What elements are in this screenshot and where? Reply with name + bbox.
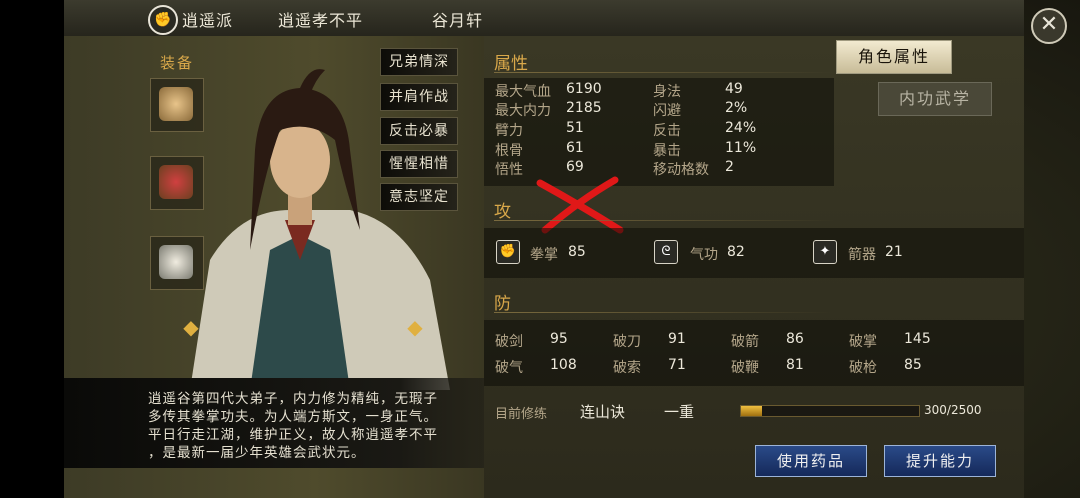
defense-value: 81 — [786, 357, 804, 373]
description-line: ，是最新一届少年英雄会武状元。 — [148, 445, 366, 461]
game-screen: ✊ 逍遥派 逍遥孝不平 谷月轩 ✕ 装备 ◆ ◆ 兄弟情深 并肩作战 反击必暴 … — [0, 0, 1080, 498]
attack-label: 气功 — [690, 247, 718, 263]
defense-label: 破箭 — [731, 334, 759, 350]
attr-value: 51 — [566, 120, 584, 136]
attr-value: 61 — [566, 140, 584, 156]
attr-value: 2 — [725, 159, 734, 175]
trait-tag[interactable]: 惺惺相惜 — [380, 150, 458, 178]
screen-edge-right — [1024, 0, 1080, 498]
attr-value: 2185 — [566, 100, 602, 116]
cultivation-label: 目前修练 — [495, 407, 548, 422]
attr-value: 11% — [725, 140, 757, 156]
defense-label: 破鞭 — [731, 360, 759, 376]
description-line: 平日行走江湖，维护正义，故人称逍遥孝不平 — [148, 427, 438, 443]
defense-value: 85 — [904, 357, 922, 373]
trait-tag[interactable]: 反击必暴 — [380, 117, 458, 145]
attack-value: 21 — [885, 244, 903, 260]
equipment-slot-gloves[interactable] — [150, 78, 204, 132]
divider — [494, 220, 834, 221]
attr-label: 悟性 — [495, 162, 523, 178]
next-character-arrow-icon[interactable]: ◆ — [404, 316, 426, 338]
trait-tag[interactable]: 意志坚定 — [380, 183, 458, 211]
divider — [494, 72, 834, 73]
defense-value: 145 — [904, 331, 931, 347]
attr-label: 臂力 — [495, 123, 523, 139]
tab-character-attributes[interactable]: 角色属性 — [836, 40, 952, 74]
prev-character-arrow-icon[interactable]: ◆ — [180, 316, 202, 338]
defense-value: 71 — [668, 357, 686, 373]
attack-label: 箭器 — [848, 247, 876, 263]
equipment-label: 装备 — [160, 54, 195, 72]
cultivation-progress-bar — [740, 405, 920, 417]
defense-label: 破气 — [495, 360, 523, 376]
tab-internal-martial-arts[interactable]: 内功武学 — [878, 82, 992, 116]
progress-fill — [741, 406, 763, 416]
equipment-slot-accessory[interactable] — [150, 236, 204, 290]
defense-title: 防 — [494, 294, 511, 314]
attr-value: 49 — [725, 81, 743, 97]
defense-value: 91 — [668, 331, 686, 347]
attr-value: 24% — [725, 120, 757, 136]
attr-label: 闪避 — [653, 103, 681, 119]
fist-emblem-icon: ✊ — [148, 5, 178, 35]
divider — [494, 312, 834, 313]
attributes-title: 属性 — [494, 54, 528, 74]
attr-label: 身法 — [653, 84, 681, 100]
attr-label: 暴击 — [653, 143, 681, 159]
attr-label: 最大气血 — [495, 84, 551, 100]
defense-label: 破索 — [613, 360, 641, 376]
character-name: 逍遥孝不平 — [278, 11, 364, 30]
armor-icon — [159, 165, 193, 199]
defense-value: 108 — [550, 357, 577, 373]
defense-label: 破掌 — [849, 334, 877, 350]
attr-value: 2% — [725, 100, 748, 116]
cultivation-skill: 连山诀 — [580, 403, 626, 421]
accessory-icon — [159, 245, 193, 279]
attack-value: 82 — [727, 244, 745, 260]
attr-value: 6190 — [566, 81, 602, 97]
cultivation-level: 一重 — [664, 403, 695, 421]
equipment-slot-armor[interactable] — [150, 156, 204, 210]
description-line: 多传其拳掌功夫。为人端方斯文，一身正气。 — [148, 409, 438, 425]
location-name: 谷月轩 — [432, 11, 484, 30]
attr-label: 反击 — [653, 123, 681, 139]
dart-icon: ✦ — [813, 240, 837, 264]
upgrade-ability-button[interactable]: 提升能力 — [884, 445, 996, 477]
attack-title: 攻 — [494, 202, 511, 222]
attr-label: 根骨 — [495, 143, 523, 159]
attr-label: 最大内力 — [495, 103, 551, 119]
description-line: 逍遥谷第四代大弟子，内力修为精纯，无瑕子 — [148, 391, 438, 407]
defense-value: 95 — [550, 331, 568, 347]
defense-value: 86 — [786, 331, 804, 347]
fist-icon: ✊ — [496, 240, 520, 264]
trait-tag[interactable]: 并肩作战 — [380, 83, 458, 111]
attack-value: 85 — [568, 244, 586, 260]
red-x-annotation — [536, 176, 624, 234]
attack-box — [484, 228, 1024, 278]
defense-label: 破刀 — [613, 334, 641, 350]
sect-name: 逍遥派 — [182, 11, 234, 30]
gloves-icon — [159, 87, 193, 121]
qi-swirl-icon: ᘓ — [654, 240, 678, 264]
trait-tag[interactable]: 兄弟情深 — [380, 48, 458, 76]
attr-label: 移动格数 — [653, 162, 709, 178]
attack-label: 拳掌 — [530, 247, 558, 263]
defense-label: 破枪 — [849, 360, 877, 376]
screen-edge-left — [0, 0, 64, 498]
defense-label: 破剑 — [495, 334, 523, 350]
attr-value: 69 — [566, 159, 584, 175]
use-medicine-button[interactable]: 使用药品 — [755, 445, 867, 477]
cultivation-progress-text: 300/2500 — [924, 403, 982, 417]
